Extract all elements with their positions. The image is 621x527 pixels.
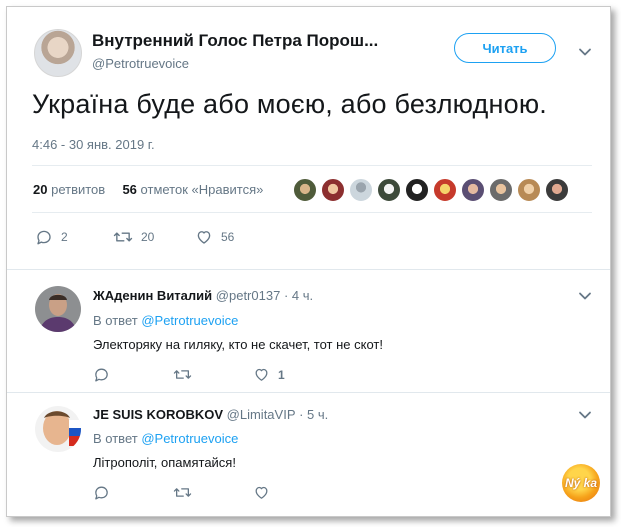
reply-count: 2 [61,230,68,244]
liker-avatar[interactable] [489,178,513,202]
in-reply-prefix: В ответ [93,313,138,328]
author-name[interactable]: Внутренний Голос Петра Порош... [92,31,378,51]
reply-time[interactable]: · 4 ч. [284,288,313,303]
liker-avatar[interactable] [461,178,485,202]
tweet-timestamp[interactable]: 4:46 - 30 янв. 2019 г. [32,137,155,152]
liker-avatar[interactable] [517,178,541,202]
author-avatar[interactable] [34,29,82,77]
reply-avatar[interactable] [35,406,81,452]
divider [32,212,592,213]
like-action[interactable]: 1 [253,366,285,383]
liker-avatar[interactable] [433,178,457,202]
reply-author-name[interactable]: ЖАденин Виталий [93,288,212,303]
reply-header: JE SUIS KOROBKOV @LimitaVIP · 5 ч. [93,407,328,422]
watermark-logo: Ný ka [562,464,600,502]
retweet-action[interactable]: 20 [113,228,154,246]
author-handle[interactable]: @Petrotruevoice [92,56,189,71]
retweet-icon [113,232,133,242]
reply-time[interactable]: · 5 ч. [299,407,328,422]
liker-avatar[interactable] [545,178,569,202]
retweet-action[interactable] [173,366,192,383]
likes-stat[interactable]: 56 отметок «Нравится» [122,182,263,197]
reply-author-name[interactable]: JE SUIS KOROBKOV [93,407,223,422]
reply-icon [37,230,51,245]
liker-avatar[interactable] [405,178,429,202]
heart-icon [197,231,211,244]
reply-header: ЖАденин Виталий @petr0137 · 4 ч. [93,288,313,303]
chevron-down-icon[interactable] [578,289,592,303]
reply-author-handle[interactable]: @LimitaVIP [227,407,296,422]
like-count: 1 [278,367,285,382]
divider [7,392,610,393]
reply-avatar-image [35,286,81,332]
in-reply-prefix: В ответ [93,431,138,446]
follow-button[interactable]: Читать [454,33,556,63]
reply-avatar[interactable] [35,286,81,332]
in-reply-to: В ответ @Petrotruevoice [93,431,238,446]
retweet-icon [173,370,192,379]
in-reply-to: В ответ @Petrotruevoice [93,313,238,328]
retweets-stat[interactable]: 20 ретвитов [33,182,105,197]
reply-icon [95,486,108,500]
like-action[interactable] [253,484,278,501]
like-count: 56 [221,230,235,244]
divider [7,269,610,270]
engagement-stats: 20 ретвитов 56 отметок «Нравится» [33,182,263,197]
like-action[interactable]: 56 [195,228,234,246]
reply-action[interactable] [93,484,110,501]
reply-icon [95,368,108,382]
divider [32,165,592,166]
reply-action[interactable] [93,366,110,383]
heart-icon [255,486,268,499]
tweet-text: Україна буде або моєю, або безлюдною. [32,89,547,119]
reply-text: Літрополіт, опамятайся! [93,455,236,470]
retweets-count: 20 [33,182,48,197]
reply-text: Электоряку на гиляку, кто не скачет, тот… [93,337,383,352]
liker-avatar[interactable] [349,178,373,202]
in-reply-handle-link[interactable]: @Petrotruevoice [141,431,238,446]
chevron-down-icon[interactable] [578,45,592,59]
retweet-icon [173,488,192,497]
tweet-screenshot-frame: Внутренний Голос Петра Порош... @Petrotr… [6,6,611,517]
chevron-down-icon[interactable] [578,408,592,422]
retweet-action[interactable] [173,484,192,501]
liker-avatar[interactable] [377,178,401,202]
heart-icon [255,368,268,381]
retweets-label: ретвитов [51,182,106,197]
in-reply-handle-link[interactable]: @Petrotruevoice [141,313,238,328]
liker-avatar[interactable] [293,178,317,202]
likes-count: 56 [122,182,137,197]
likes-label: отметок «Нравится» [140,182,264,197]
retweet-count: 20 [141,230,155,244]
liker-avatar[interactable] [321,178,345,202]
reply-action[interactable]: 2 [35,228,68,246]
reply-avatar-image [35,406,81,452]
reply-author-handle[interactable]: @petr0137 [216,288,281,303]
